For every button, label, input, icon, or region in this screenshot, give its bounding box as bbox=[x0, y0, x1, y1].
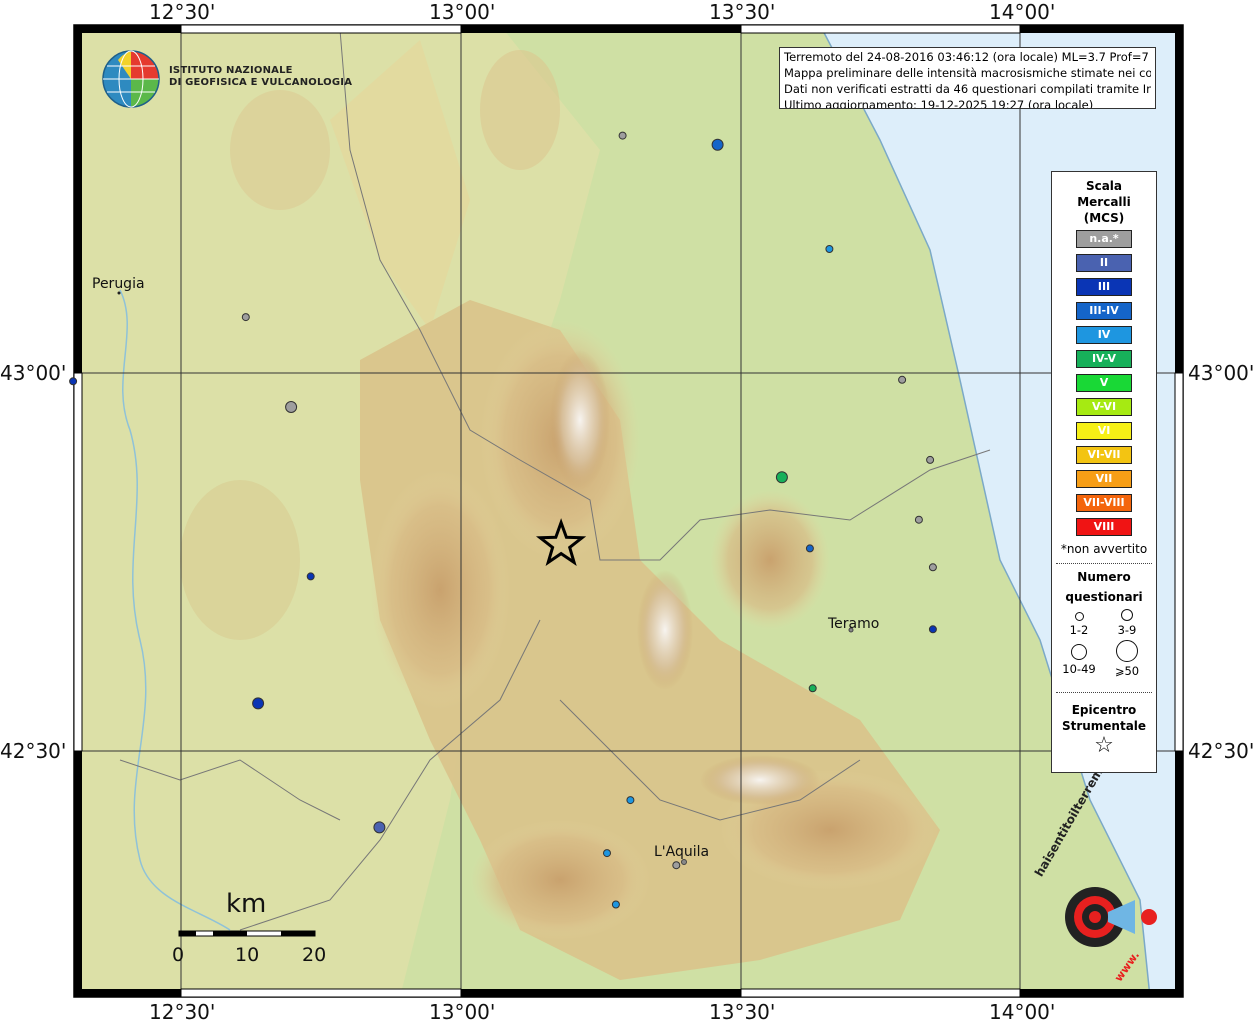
legend-entry-6: V bbox=[1076, 374, 1132, 392]
city-perugia: Perugia bbox=[92, 276, 145, 292]
intensity-point bbox=[825, 245, 834, 253]
left-label-4300: 43°00' bbox=[0, 361, 67, 385]
top-label-1300: 13°00' bbox=[429, 0, 496, 24]
top-label-1230: 12°30' bbox=[149, 0, 216, 24]
top-label-1330: 13°30' bbox=[709, 0, 776, 24]
intensity-point bbox=[928, 563, 937, 572]
intensity-point bbox=[241, 313, 250, 322]
intensity-point bbox=[306, 572, 315, 581]
info-line-1: Terremoto del 24-08-2016 03:46:12 (ora l… bbox=[784, 50, 1151, 64]
scale-unit: km bbox=[226, 889, 267, 919]
scale-bar bbox=[178, 930, 316, 937]
intensity-point bbox=[808, 684, 817, 693]
city-teramo: Teramo bbox=[828, 616, 880, 632]
intensity-point bbox=[928, 625, 937, 634]
legend-entry-10: VII bbox=[1076, 470, 1132, 488]
map-area bbox=[74, 25, 1183, 997]
intensity-point bbox=[626, 796, 635, 805]
legend-entry-5: IV-V bbox=[1076, 350, 1132, 368]
sizes-title: Numero questionari bbox=[1065, 570, 1143, 604]
legend-entry-3: III-IV bbox=[1076, 302, 1132, 320]
legend-entry-11: VII-VIII bbox=[1076, 494, 1132, 512]
bottom-label-1230: 12°30' bbox=[149, 1000, 216, 1024]
size-legend: 1-2 3-9 10-49 ⩾50 bbox=[1052, 607, 1156, 685]
intensity-point bbox=[914, 515, 923, 524]
right-label-4300: 43°00' bbox=[1188, 361, 1255, 385]
legend-title: Scala Mercalli (MCS) bbox=[1077, 179, 1131, 225]
legend-entry-9: VI-VII bbox=[1076, 446, 1132, 464]
legend-entry-4: IV bbox=[1076, 326, 1132, 344]
info-line-4: Ultimo aggiornamento: 19-12-2025 19:27 (… bbox=[784, 98, 1094, 109]
intensity-point bbox=[611, 900, 620, 909]
intensity-point bbox=[69, 377, 78, 386]
top-label-1400: 14°00' bbox=[989, 0, 1056, 24]
legend-entry-0: n.a.* bbox=[1076, 230, 1132, 248]
legend-entry-2: III bbox=[1076, 278, 1132, 296]
size-3-9: 3-9 bbox=[1102, 609, 1152, 637]
legend-entry-8: VI bbox=[1076, 422, 1132, 440]
intensity-point bbox=[618, 131, 627, 140]
laquila-marker bbox=[681, 859, 687, 865]
right-label-4230: 42°30' bbox=[1188, 739, 1255, 763]
intensity-point bbox=[926, 455, 935, 464]
intensity-legend: Scala Mercalli (MCS) n.a.* II III III-IV IV I… bbox=[1051, 171, 1157, 773]
intensity-point bbox=[775, 471, 788, 484]
size-1-2: 1-2 bbox=[1054, 609, 1104, 637]
bottom-label-1330: 13°30' bbox=[709, 1000, 776, 1024]
intensity-point bbox=[285, 401, 298, 413]
size-50-plus: ⩾50 bbox=[1102, 640, 1152, 678]
intensity-point bbox=[252, 697, 265, 710]
epicenter-title: Epicentro Strumentale bbox=[1061, 703, 1147, 733]
size-10-49: 10-49 bbox=[1054, 640, 1104, 676]
intensity-point bbox=[603, 849, 611, 858]
epicenter-legend-icon: ☆ bbox=[1094, 733, 1114, 758]
city-laquila: L'Aquila bbox=[654, 844, 710, 860]
scale-tick-0: 0 bbox=[172, 944, 185, 966]
intensity-point bbox=[898, 375, 907, 384]
ingv-logo-icon bbox=[102, 50, 160, 108]
ingv-line1: ISTITUTO NAZIONALE bbox=[169, 65, 293, 76]
event-info-box: Terremoto del 24-08-2016 03:46:12 (ora l… bbox=[779, 47, 1156, 109]
bottom-label-1300: 13°00' bbox=[429, 1000, 496, 1024]
legend-entry-7: V-VI bbox=[1076, 398, 1132, 416]
info-line-2: Mappa preliminare delle intensità macros… bbox=[784, 66, 1151, 80]
intensity-point bbox=[373, 821, 386, 834]
legend-entry-1: II bbox=[1076, 254, 1132, 272]
scale-tick-10: 10 bbox=[235, 944, 260, 966]
bottom-label-1400: 14°00' bbox=[989, 1000, 1056, 1024]
ingv-brand: ISTITUTO NAZIONALE DI GEOFISICA E VULCAN… bbox=[169, 65, 352, 89]
intensity-point bbox=[805, 544, 814, 553]
info-line-3: Dati non verificati estratti da 46 quest… bbox=[784, 82, 1151, 96]
scale-tick-20: 20 bbox=[302, 944, 327, 966]
left-label-4230: 42°30' bbox=[0, 739, 67, 763]
ingv-line2: DI GEOFISICA E VULCANOLOGIA bbox=[169, 77, 353, 88]
intensity-point bbox=[711, 138, 724, 151]
legend-note: *non avvertito bbox=[1060, 542, 1148, 556]
legend-entry-12: VIII bbox=[1076, 518, 1132, 536]
intensity-point bbox=[672, 861, 681, 870]
legend-entries: n.a.* II III III-IV IV IV-V V V-VI VI VI-VII VII VI… bbox=[1052, 230, 1156, 536]
